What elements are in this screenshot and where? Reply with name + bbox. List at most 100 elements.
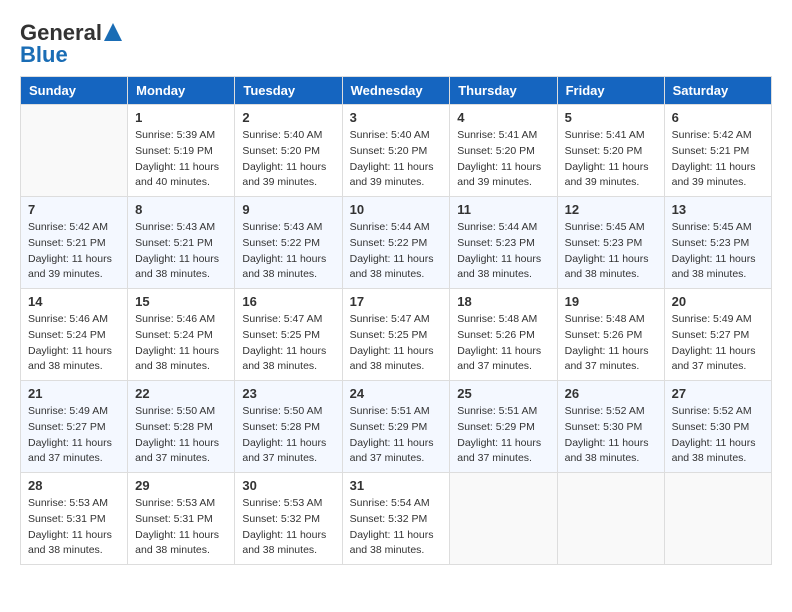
calendar-cell: 2 Sunrise: 5:40 AMSunset: 5:20 PMDaylight… — [235, 105, 342, 197]
day-info: Sunrise: 5:45 AMSunset: 5:23 PMDaylight:… — [565, 220, 657, 283]
calendar-cell: 1Sunrise: 5:39 AMSunset: 5:19 PMDaylight… — [128, 105, 235, 197]
day-number: 12 — [565, 202, 657, 217]
day-info: Sunrise: 5:49 AMSunset: 5:27 PMDaylight:… — [28, 404, 120, 467]
day-number: 5 — [565, 110, 657, 125]
day-number: 20 — [672, 294, 764, 309]
day-number: 10 — [350, 202, 443, 217]
calendar-cell: 27Sunrise: 5:52 AMSunset: 5:30 PMDayligh… — [664, 381, 771, 473]
calendar-cell: 30Sunrise: 5:53 AMSunset: 5:32 PMDayligh… — [235, 473, 342, 565]
day-info: Sunrise: 5:53 AMSunset: 5:31 PMDaylight:… — [135, 496, 227, 559]
calendar-cell: 5 Sunrise: 5:41 AMSunset: 5:20 PMDaylight… — [557, 105, 664, 197]
day-info: Sunrise: 5:51 AMSunset: 5:29 PMDaylight:… — [350, 404, 443, 467]
day-info: Sunrise: 5:40 AMSunset: 5:20 PMDaylight:… — [242, 128, 334, 191]
day-info: Sunrise: 5:44 AMSunset: 5:23 PMDaylight:… — [457, 220, 549, 283]
calendar-cell: 18Sunrise: 5:48 AMSunset: 5:26 PMDayligh… — [450, 289, 557, 381]
day-number: 6 — [672, 110, 764, 125]
day-number: 23 — [242, 386, 334, 401]
day-number: 8 — [135, 202, 227, 217]
calendar-cell: 12 Sunrise: 5:45 AMSunset: 5:23 PMDayligh… — [557, 197, 664, 289]
calendar-cell: 13 Sunrise: 5:45 AMSunset: 5:23 PMDayligh… — [664, 197, 771, 289]
week-row-4: 21 Sunrise: 5:49 AMSunset: 5:27 PMDayligh… — [21, 381, 772, 473]
day-info: Sunrise: 5:43 AMSunset: 5:22 PMDaylight:… — [242, 220, 334, 283]
calendar-cell — [557, 473, 664, 565]
day-number: 15 — [135, 294, 227, 309]
day-number: 26 — [565, 386, 657, 401]
calendar-cell: 23 Sunrise: 5:50 AMSunset: 5:28 PMDayligh… — [235, 381, 342, 473]
day-number: 29 — [135, 478, 227, 493]
calendar-cell: 14Sunrise: 5:46 AMSunset: 5:24 PMDayligh… — [21, 289, 128, 381]
day-info: Sunrise: 5:47 AMSunset: 5:25 PMDaylight:… — [350, 312, 443, 375]
header-tuesday: Tuesday — [235, 77, 342, 105]
header: General Blue — [20, 20, 772, 68]
calendar-cell: 11 Sunrise: 5:44 AMSunset: 5:23 PMDayligh… — [450, 197, 557, 289]
day-number: 9 — [242, 202, 334, 217]
week-row-2: 7 Sunrise: 5:42 AMSunset: 5:21 PMDaylight… — [21, 197, 772, 289]
day-info: Sunrise: 5:48 AMSunset: 5:26 PMDaylight:… — [457, 312, 549, 375]
day-info: Sunrise: 5:40 AMSunset: 5:20 PMDaylight:… — [350, 128, 443, 191]
day-info: Sunrise: 5:47 AMSunset: 5:25 PMDaylight:… — [242, 312, 334, 375]
day-info: Sunrise: 5:50 AMSunset: 5:28 PMDaylight:… — [242, 404, 334, 467]
calendar-cell: 19 Sunrise: 5:48 AMSunset: 5:26 PMDayligh… — [557, 289, 664, 381]
header-monday: Monday — [128, 77, 235, 105]
header-friday: Friday — [557, 77, 664, 105]
calendar: SundayMondayTuesdayWednesdayThursdayFrid… — [20, 76, 772, 565]
day-info: Sunrise: 5:52 AMSunset: 5:30 PMDaylight:… — [565, 404, 657, 467]
day-number: 13 — [672, 202, 764, 217]
day-info: Sunrise: 5:52 AMSunset: 5:30 PMDaylight:… — [672, 404, 764, 467]
logo-blue: Blue — [20, 42, 68, 68]
calendar-cell: 10 Sunrise: 5:44 AMSunset: 5:22 PMDayligh… — [342, 197, 450, 289]
week-row-3: 14Sunrise: 5:46 AMSunset: 5:24 PMDayligh… — [21, 289, 772, 381]
calendar-cell: 28 Sunrise: 5:53 AMSunset: 5:31 PMDayligh… — [21, 473, 128, 565]
header-thursday: Thursday — [450, 77, 557, 105]
day-info: Sunrise: 5:49 AMSunset: 5:27 PMDaylight:… — [672, 312, 764, 375]
calendar-cell: 16 Sunrise: 5:47 AMSunset: 5:25 PMDayligh… — [235, 289, 342, 381]
calendar-cell: 25Sunrise: 5:51 AMSunset: 5:29 PMDayligh… — [450, 381, 557, 473]
day-number: 17 — [350, 294, 443, 309]
header-saturday: Saturday — [664, 77, 771, 105]
calendar-cell: 17 Sunrise: 5:47 AMSunset: 5:25 PMDayligh… — [342, 289, 450, 381]
calendar-cell: 26 Sunrise: 5:52 AMSunset: 5:30 PMDayligh… — [557, 381, 664, 473]
day-number: 2 — [242, 110, 334, 125]
day-info: Sunrise: 5:42 AMSunset: 5:21 PMDaylight:… — [28, 220, 120, 283]
header-wednesday: Wednesday — [342, 77, 450, 105]
calendar-cell: 31Sunrise: 5:54 AMSunset: 5:32 PMDayligh… — [342, 473, 450, 565]
day-number: 19 — [565, 294, 657, 309]
calendar-header-row: SundayMondayTuesdayWednesdayThursdayFrid… — [21, 77, 772, 105]
calendar-cell: 6 Sunrise: 5:42 AMSunset: 5:21 PMDaylight… — [664, 105, 771, 197]
calendar-cell: 24 Sunrise: 5:51 AMSunset: 5:29 PMDayligh… — [342, 381, 450, 473]
calendar-cell: 21 Sunrise: 5:49 AMSunset: 5:27 PMDayligh… — [21, 381, 128, 473]
day-info: Sunrise: 5:50 AMSunset: 5:28 PMDaylight:… — [135, 404, 227, 467]
day-number: 7 — [28, 202, 120, 217]
day-number: 24 — [350, 386, 443, 401]
day-info: Sunrise: 5:53 AMSunset: 5:32 PMDaylight:… — [242, 496, 334, 559]
header-sunday: Sunday — [21, 77, 128, 105]
calendar-cell: 7 Sunrise: 5:42 AMSunset: 5:21 PMDaylight… — [21, 197, 128, 289]
day-number: 22 — [135, 386, 227, 401]
day-number: 16 — [242, 294, 334, 309]
calendar-cell: 8 Sunrise: 5:43 AMSunset: 5:21 PMDaylight… — [128, 197, 235, 289]
calendar-cell: 20 Sunrise: 5:49 AMSunset: 5:27 PMDayligh… — [664, 289, 771, 381]
day-number: 4 — [457, 110, 549, 125]
day-info: Sunrise: 5:44 AMSunset: 5:22 PMDaylight:… — [350, 220, 443, 283]
calendar-cell: 3 Sunrise: 5:40 AMSunset: 5:20 PMDaylight… — [342, 105, 450, 197]
day-info: Sunrise: 5:54 AMSunset: 5:32 PMDaylight:… — [350, 496, 443, 559]
day-info: Sunrise: 5:43 AMSunset: 5:21 PMDaylight:… — [135, 220, 227, 283]
calendar-cell: 9 Sunrise: 5:43 AMSunset: 5:22 PMDaylight… — [235, 197, 342, 289]
calendar-cell — [664, 473, 771, 565]
day-number: 3 — [350, 110, 443, 125]
logo-icon — [104, 23, 122, 43]
day-info: Sunrise: 5:53 AMSunset: 5:31 PMDaylight:… — [28, 496, 120, 559]
calendar-cell — [450, 473, 557, 565]
day-info: Sunrise: 5:46 AMSunset: 5:24 PMDaylight:… — [28, 312, 120, 375]
day-info: Sunrise: 5:45 AMSunset: 5:23 PMDaylight:… — [672, 220, 764, 283]
day-number: 21 — [28, 386, 120, 401]
day-info: Sunrise: 5:48 AMSunset: 5:26 PMDaylight:… — [565, 312, 657, 375]
day-info: Sunrise: 5:42 AMSunset: 5:21 PMDaylight:… — [672, 128, 764, 191]
day-number: 11 — [457, 202, 549, 217]
day-info: Sunrise: 5:41 AMSunset: 5:20 PMDaylight:… — [457, 128, 549, 191]
day-info: Sunrise: 5:41 AMSunset: 5:20 PMDaylight:… — [565, 128, 657, 191]
calendar-cell: 22 Sunrise: 5:50 AMSunset: 5:28 PMDayligh… — [128, 381, 235, 473]
calendar-cell: 4 Sunrise: 5:41 AMSunset: 5:20 PMDaylight… — [450, 105, 557, 197]
calendar-cell — [21, 105, 128, 197]
day-number: 28 — [28, 478, 120, 493]
